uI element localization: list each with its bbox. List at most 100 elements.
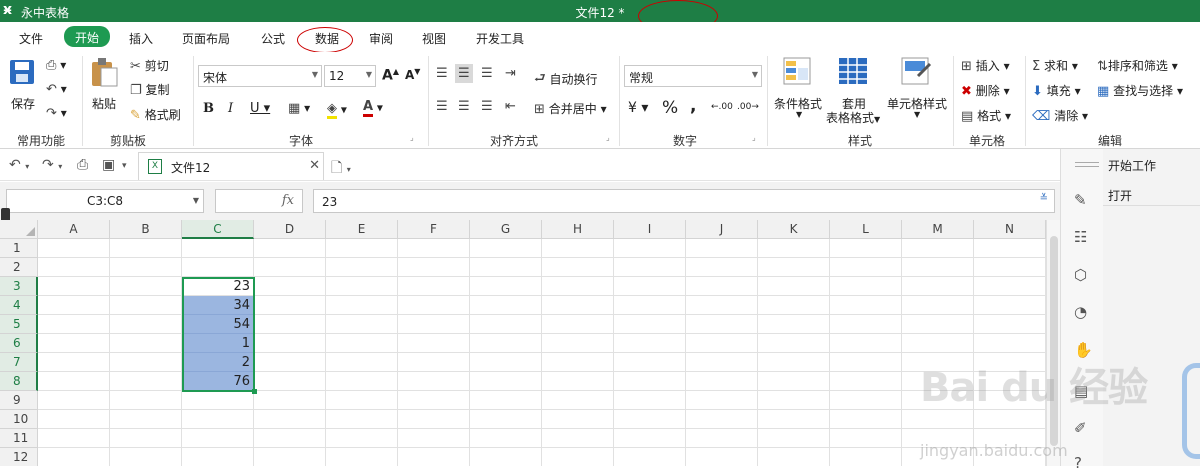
row-header-5[interactable]: 5 [0,315,38,334]
row-header-2[interactable]: 2 [0,258,38,277]
font-dialog-launcher-icon[interactable]: ⌟ [410,133,414,142]
cube-icon[interactable]: ⬡ [1074,266,1087,284]
copy-button[interactable]: ❐ 复制 [130,81,170,98]
toolbox-icon[interactable]: ▤ [1074,382,1088,400]
table-format-icon[interactable] [837,56,869,89]
currency-button[interactable]: ¥ ▾ [628,100,648,116]
cell-c6[interactable]: 1 [182,334,254,353]
undo-icon[interactable]: ↶ ▾ [9,157,29,173]
cell-c3[interactable]: 23 [182,277,254,296]
row-header-12[interactable]: 12 [0,448,38,466]
merge-center-button[interactable]: ⊞ 合并居中 ▾ [534,100,607,117]
indent-icon[interactable]: ⇥ [505,66,516,81]
font-color-button[interactable]: A ▾ [363,99,383,117]
column-header-i[interactable]: I [614,220,686,239]
align-center-icon[interactable]: ☰ [458,99,470,114]
cell-area[interactable]: 23 34 54 1 2 76 [38,239,1046,466]
row-header-9[interactable]: 9 [0,391,38,410]
column-header-c[interactable]: C [182,220,254,239]
row-header-10[interactable]: 10 [0,410,38,429]
bold-button[interactable]: B [203,101,214,116]
row-header-11[interactable]: 11 [0,429,38,448]
save-quick-icon[interactable]: ▣ [102,157,115,173]
column-header-a[interactable]: A [38,220,110,239]
column-header-h[interactable]: H [542,220,614,239]
column-header-l[interactable]: L [830,220,902,239]
paste-button[interactable] [89,56,119,91]
percent-button[interactable]: % [662,98,678,118]
cut-button[interactable]: ✂ 剪切 [130,57,169,74]
menu-home[interactable]: 开始 [64,26,111,47]
shrink-font-button[interactable]: A▼ [405,67,420,82]
pie-chart-icon[interactable]: ◔ [1074,303,1087,321]
italic-button[interactable]: I [228,101,233,116]
font-name-select[interactable]: 宋体 ▼ [198,65,322,87]
find-select-button[interactable]: ▦ 查找与选择 ▾ [1097,82,1183,99]
insert-function-box[interactable]: fx [215,189,303,213]
number-dialog-launcher-icon[interactable]: ⌟ [752,133,756,142]
expand-formula-icon[interactable]: ≚ [1040,193,1048,204]
undo-icon[interactable]: ↶ ▾ [46,82,67,97]
format-painter-button[interactable]: ✎ 格式刷 [130,106,181,123]
row-header-1[interactable]: 1 [0,239,38,258]
fill-color-button[interactable]: ◈ ▾ [327,101,347,119]
menu-page-layout[interactable]: 页面布局 [182,30,230,47]
task-pane-start-work[interactable]: 开始工作 [1108,157,1156,174]
font-size-select[interactable]: 12 ▼ [324,65,376,87]
redo-icon[interactable]: ↷ ▾ [42,157,62,173]
align-bottom-icon[interactable]: ☰ [481,66,493,81]
column-header-g[interactable]: G [470,220,542,239]
underline-button[interactable]: U ▾ [250,101,270,116]
hand-icon[interactable]: ✋ [1074,341,1093,359]
column-header-d[interactable]: D [254,220,326,239]
column-header-m[interactable]: M [902,220,974,239]
print-preview-icon[interactable]: ⎙ [77,157,88,173]
column-header-j[interactable]: J [686,220,758,239]
customize-toolbar-icon[interactable]: ▾ [122,161,127,171]
sort-filter-button[interactable]: ⇅排序和筛选 ▾ [1097,57,1178,74]
redo-icon[interactable]: ↷ ▾ [46,106,67,121]
sliders-icon[interactable]: ☷ [1074,228,1087,246]
increase-decimal-button[interactable]: ←.00 [711,102,733,112]
cell-c5[interactable]: 54 [182,315,254,334]
border-button[interactable]: ▦ ▾ [288,101,310,116]
edit-icon[interactable]: ✐ [1074,419,1087,437]
spreadsheet-grid[interactable]: ABCDEFGHIJKLMN 1 2 3 4 5 6 7 8 9 10 11 12 23 34 54 1 2 7… [0,220,1046,466]
formula-input[interactable]: 23 ≚ [313,189,1055,213]
delete-cells-button[interactable]: ✖ 删除 ▾ [961,82,1010,99]
cell-c7[interactable]: 2 [182,353,254,372]
row-header-3[interactable]: 3 [0,277,38,296]
cell-c8[interactable]: 76 [182,372,254,391]
menu-view[interactable]: 视图 [422,30,446,47]
column-header-f[interactable]: F [398,220,470,239]
scroll-thumb[interactable] [1050,236,1058,446]
align-top-icon[interactable]: ☰ [436,66,448,81]
menu-developer[interactable]: 开发工具 [476,30,524,47]
menu-file[interactable]: 文件 [19,30,43,47]
save-button[interactable] [8,58,36,89]
grow-font-button[interactable]: A▲ [382,67,399,84]
help-icon[interactable]: ? [1074,454,1082,472]
row-header-7[interactable]: 7 [0,353,38,372]
row-header-4[interactable]: 4 [0,296,38,315]
row-header-6[interactable]: 6 [0,334,38,353]
vertical-scrollbar[interactable] [1046,220,1060,466]
cell-style-icon[interactable] [900,56,932,89]
conditional-format-icon[interactable] [782,56,812,89]
align-middle-icon[interactable]: ☰ [455,64,473,83]
fill-handle[interactable] [252,389,257,394]
autosum-button[interactable]: Σ 求和 ▾ [1032,57,1078,74]
insert-cells-button[interactable]: ⊞ 插入 ▾ [961,57,1010,74]
table-format-button[interactable]: 表格格式▼ [826,109,880,126]
wrap-text-button[interactable]: ⮐ 自动换行 [534,69,598,91]
print-preview-icon[interactable]: ⎙ ▾ [46,58,66,73]
close-icon[interactable]: ✕ [309,158,320,173]
row-header-8[interactable]: 8 [0,372,38,391]
alignment-dialog-launcher-icon[interactable]: ⌟ [606,133,610,142]
pencil-icon[interactable]: ✎ [1074,191,1087,209]
decrease-decimal-button[interactable]: .00→ [737,102,759,112]
task-pane-open[interactable]: 打开 [1108,187,1132,204]
number-format-select[interactable]: 常规 ▼ [624,65,762,87]
column-header-n[interactable]: N [974,220,1046,239]
column-header-k[interactable]: K [758,220,830,239]
